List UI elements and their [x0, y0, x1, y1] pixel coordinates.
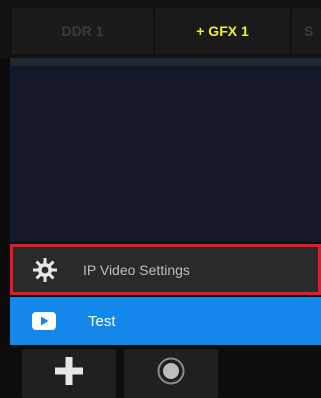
ip-video-settings-item[interactable]: IP Video Settings: [10, 244, 321, 295]
add-button[interactable]: [22, 349, 116, 398]
app-window: DDR 1 + GFX 1 S IP Video Settings Test: [0, 0, 321, 398]
bottom-toolbar: [0, 345, 321, 398]
record-icon: [156, 356, 186, 391]
tab-strip: DDR 1 + GFX 1 S: [0, 0, 321, 58]
tab-third[interactable]: S: [292, 8, 321, 54]
tab-gfx-1[interactable]: + GFX 1: [155, 8, 290, 54]
ip-video-settings-label: IP Video Settings: [83, 261, 190, 278]
tab-divider: [0, 58, 321, 66]
test-label: Test: [88, 312, 116, 330]
tab-ddr-1[interactable]: DDR 1: [12, 8, 153, 54]
youtube-icon: [28, 305, 60, 337]
record-button[interactable]: [124, 349, 218, 398]
preview-area: [10, 66, 321, 242]
gear-icon: [29, 254, 61, 286]
test-item[interactable]: Test: [10, 297, 321, 345]
plus-icon: [55, 357, 83, 390]
